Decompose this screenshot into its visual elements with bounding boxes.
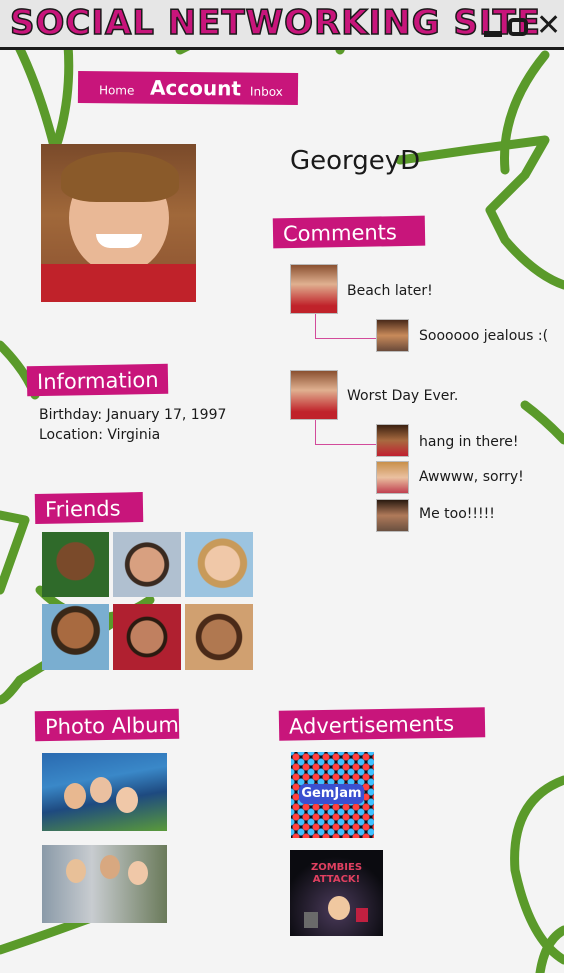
reply-connector bbox=[315, 314, 376, 339]
information-heading: Information bbox=[26, 363, 169, 397]
friend-photo[interactable] bbox=[42, 604, 109, 670]
comment-avatar[interactable] bbox=[290, 370, 338, 420]
friend-photo[interactable] bbox=[185, 532, 253, 597]
minimize-icon[interactable] bbox=[484, 31, 502, 37]
reply-avatar[interactable] bbox=[376, 319, 409, 352]
profile-photo bbox=[41, 144, 196, 302]
album-photo[interactable] bbox=[42, 845, 167, 923]
maximize-icon[interactable] bbox=[508, 18, 528, 36]
comments-heading: Comments bbox=[272, 215, 426, 249]
birthday-text: Birthday: January 17, 1997 bbox=[39, 407, 227, 423]
friend-photo[interactable] bbox=[113, 532, 181, 597]
nav-inbox-link[interactable]: Inbox bbox=[250, 85, 283, 99]
comment-text: Worst Day Ever. bbox=[347, 388, 459, 404]
advertisements-heading: Advertisements bbox=[278, 707, 486, 741]
comment-avatar[interactable] bbox=[290, 264, 338, 314]
friend-photo[interactable] bbox=[42, 532, 109, 597]
reply-text: Soooooo jealous :( bbox=[419, 328, 549, 344]
location-text: Location: Virginia bbox=[39, 427, 161, 443]
reply-avatar[interactable] bbox=[376, 499, 409, 532]
username: GeorgeyD bbox=[290, 146, 421, 176]
ad-zombies-title: ZOMBIES ATTACK! bbox=[310, 862, 363, 885]
reply-text: Me too!!!!! bbox=[419, 506, 495, 522]
ad-gemjam[interactable]: GemJam bbox=[291, 752, 374, 838]
main-nav: Home Account Inbox bbox=[77, 71, 299, 105]
album-photo[interactable] bbox=[42, 753, 167, 831]
ad-gemjam-logo: GemJam bbox=[299, 784, 364, 804]
reply-text: Awwww, sorry! bbox=[419, 469, 524, 485]
photo-album-heading: Photo Album bbox=[34, 708, 180, 742]
reply-avatar[interactable] bbox=[376, 461, 409, 494]
site-title: SOCIAL NETWORKING SITE bbox=[9, 2, 542, 44]
nav-account-link[interactable]: Account bbox=[150, 76, 241, 101]
close-icon[interactable]: ✕ bbox=[536, 11, 561, 41]
nav-home-link[interactable]: Home bbox=[99, 83, 135, 97]
reply-text: hang in there! bbox=[419, 434, 519, 450]
friends-heading: Friends bbox=[34, 492, 144, 524]
comment-text: Beach later! bbox=[347, 283, 433, 299]
reply-connector bbox=[315, 420, 376, 445]
friend-photo[interactable] bbox=[185, 604, 253, 670]
reply-avatar[interactable] bbox=[376, 424, 409, 457]
friend-photo[interactable] bbox=[113, 604, 181, 670]
ad-zombies-attack[interactable]: ZOMBIES ATTACK! bbox=[290, 850, 383, 936]
